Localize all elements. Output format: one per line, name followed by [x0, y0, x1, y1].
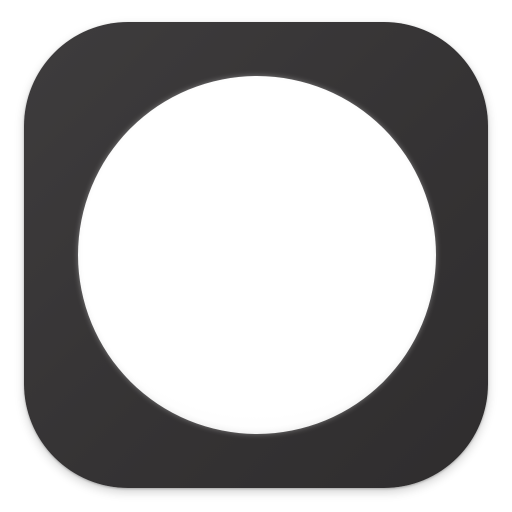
circle-icon — [78, 76, 436, 434]
icon-canvas — [0, 0, 512, 512]
